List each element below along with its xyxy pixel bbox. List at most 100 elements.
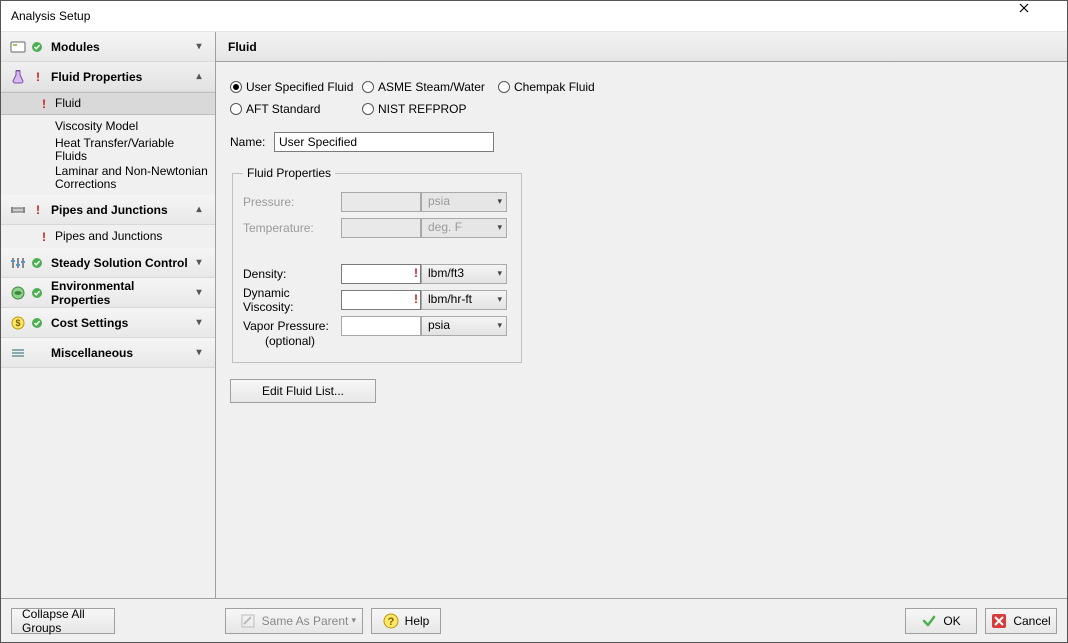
group-label: Miscellaneous bbox=[51, 346, 191, 360]
chevron-down-icon: ▾ bbox=[497, 196, 502, 207]
radio-chempak[interactable]: Chempak Fluid bbox=[498, 78, 618, 96]
radio-icon bbox=[498, 81, 510, 93]
cancel-button[interactable]: Cancel bbox=[985, 608, 1057, 634]
main-pane: Fluid User Specified Fluid ASME Steam/Wa… bbox=[216, 32, 1067, 598]
fluid-properties-fieldset: Fluid Properties Pressure: psia▾ Tempera… bbox=[232, 166, 522, 363]
required-icon: ! bbox=[414, 292, 418, 306]
chevron-down-icon: ▾ bbox=[497, 320, 502, 331]
radio-nist[interactable]: NIST REFPROP bbox=[362, 100, 482, 118]
flask-icon bbox=[9, 68, 27, 86]
sidebar-group-misc[interactable]: Miscellaneous ▾ bbox=[1, 338, 215, 368]
radio-icon bbox=[230, 103, 242, 115]
fluid-source-radios-2: AFT Standard NIST REFPROP bbox=[230, 100, 1053, 118]
temperature-input bbox=[341, 218, 421, 238]
env-icon bbox=[9, 284, 27, 302]
group-label: Environmental Properties bbox=[51, 279, 191, 307]
sidebar-item-laminar[interactable]: Laminar and Non-Newtonian Corrections bbox=[1, 161, 215, 195]
fluid-source-radios: User Specified Fluid ASME Steam/Water Ch… bbox=[230, 78, 1053, 96]
sidebar-group-steady-solution[interactable]: Steady Solution Control ▾ bbox=[1, 248, 215, 278]
group-label: Steady Solution Control bbox=[51, 256, 191, 270]
chevron-down-icon: ▾ bbox=[497, 222, 502, 233]
chevron-down-icon: ▾ bbox=[497, 268, 502, 279]
radio-icon bbox=[362, 103, 374, 115]
status-error-icon: ! bbox=[37, 230, 51, 244]
sidebar-group-fluid-properties[interactable]: ! Fluid Properties ▴ bbox=[1, 62, 215, 92]
svg-text:?: ? bbox=[387, 616, 394, 628]
edit-icon bbox=[240, 613, 256, 629]
chevron-up-icon: ▴ bbox=[191, 204, 207, 215]
sidebar-group-cost[interactable]: $ Cost Settings ▾ bbox=[1, 308, 215, 338]
vapor-sublabel: (optional) bbox=[265, 334, 511, 348]
chevron-down-icon: ▾ bbox=[191, 347, 207, 358]
status-error-icon: ! bbox=[31, 203, 45, 217]
radio-label: AFT Standard bbox=[246, 102, 320, 116]
sidebar-group-modules[interactable]: Modules ▾ bbox=[1, 32, 215, 62]
group-label: Pipes and Junctions bbox=[51, 203, 191, 217]
sidebar-item-label: Fluid bbox=[55, 97, 215, 110]
control-icon bbox=[9, 254, 27, 272]
sidebar-item-pipes-junctions[interactable]: ! Pipes and Junctions bbox=[1, 225, 215, 248]
chevron-down-icon: ▾ bbox=[191, 317, 207, 328]
window-title: Analysis Setup bbox=[11, 1, 90, 31]
status-error-icon: ! bbox=[37, 97, 51, 111]
chevron-down-icon: ▾ bbox=[191, 257, 207, 268]
sidebar-item-fluid[interactable]: ! Fluid bbox=[1, 92, 215, 115]
pressure-input bbox=[341, 192, 421, 212]
collapse-all-button[interactable]: Collapse All Groups bbox=[11, 608, 115, 634]
dynvisc-label: Dynamic Viscosity: bbox=[243, 286, 341, 314]
vapor-input[interactable] bbox=[341, 316, 421, 336]
pressure-label: Pressure: bbox=[243, 195, 341, 209]
temperature-unit-select: deg. F▾ bbox=[421, 218, 507, 238]
sidebar-item-label: Viscosity Model bbox=[55, 120, 215, 133]
chevron-up-icon: ▴ bbox=[191, 71, 207, 82]
help-button[interactable]: ? Help bbox=[371, 608, 441, 634]
radio-icon bbox=[230, 81, 242, 93]
name-input[interactable] bbox=[274, 132, 494, 152]
page-title: Fluid bbox=[216, 32, 1067, 62]
same-as-parent-select[interactable]: Same As Parent ▾ bbox=[225, 608, 363, 634]
sidebar-item-label: Laminar and Non-Newtonian Corrections bbox=[55, 165, 215, 191]
density-input[interactable]: ! bbox=[341, 264, 421, 284]
density-label: Density: bbox=[243, 267, 341, 281]
radio-label: User Specified Fluid bbox=[246, 80, 353, 94]
sidebar-item-label: Pipes and Junctions bbox=[55, 230, 215, 243]
sidebar-item-heat-transfer[interactable]: Heat Transfer/Variable Fluids bbox=[1, 138, 215, 161]
titlebar: Analysis Setup bbox=[1, 1, 1067, 31]
cancel-icon bbox=[991, 613, 1007, 629]
vapor-unit-select[interactable]: psia▾ bbox=[421, 316, 507, 336]
radio-asme[interactable]: ASME Steam/Water bbox=[362, 78, 490, 96]
modules-icon bbox=[9, 38, 27, 56]
misc-icon bbox=[9, 344, 27, 362]
required-icon: ! bbox=[414, 266, 418, 280]
sidebar-group-environmental[interactable]: Environmental Properties ▾ bbox=[1, 278, 215, 308]
name-label: Name: bbox=[230, 135, 274, 149]
radio-user-specified[interactable]: User Specified Fluid bbox=[230, 78, 354, 96]
radio-label: Chempak Fluid bbox=[514, 80, 595, 94]
radio-aft-standard[interactable]: AFT Standard bbox=[230, 100, 354, 118]
status-ok-icon bbox=[31, 287, 45, 299]
window-close-button[interactable] bbox=[1019, 3, 1061, 29]
radio-label: ASME Steam/Water bbox=[378, 80, 485, 94]
radio-icon bbox=[362, 81, 374, 93]
temperature-label: Temperature: bbox=[243, 221, 341, 235]
footer: Collapse All Groups Same As Parent ▾ ? H… bbox=[1, 598, 1067, 642]
fieldset-legend: Fluid Properties bbox=[243, 166, 335, 180]
dynvisc-input[interactable]: ! bbox=[341, 290, 421, 310]
sidebar: Modules ▾ ! Fluid Properties ▴ ! Fluid V… bbox=[1, 32, 216, 598]
ok-button[interactable]: OK bbox=[905, 608, 977, 634]
density-unit-select[interactable]: lbm/ft3▾ bbox=[421, 264, 507, 284]
sidebar-group-pipes[interactable]: ! Pipes and Junctions ▴ bbox=[1, 195, 215, 225]
edit-fluid-list-button[interactable]: Edit Fluid List... bbox=[230, 379, 376, 403]
chevron-down-icon: ▾ bbox=[191, 287, 207, 298]
pressure-unit-select: psia▾ bbox=[421, 192, 507, 212]
status-ok-icon bbox=[31, 41, 45, 53]
group-label: Cost Settings bbox=[51, 316, 191, 330]
check-icon bbox=[921, 613, 937, 629]
dynvisc-unit-select[interactable]: lbm/hr-ft▾ bbox=[421, 290, 507, 310]
group-label: Modules bbox=[51, 40, 191, 54]
chevron-down-icon: ▾ bbox=[497, 294, 502, 305]
chevron-down-icon: ▾ bbox=[351, 615, 356, 626]
status-error-icon: ! bbox=[31, 70, 45, 84]
pipes-icon bbox=[9, 201, 27, 219]
sidebar-item-viscosity-model[interactable]: Viscosity Model bbox=[1, 115, 215, 138]
